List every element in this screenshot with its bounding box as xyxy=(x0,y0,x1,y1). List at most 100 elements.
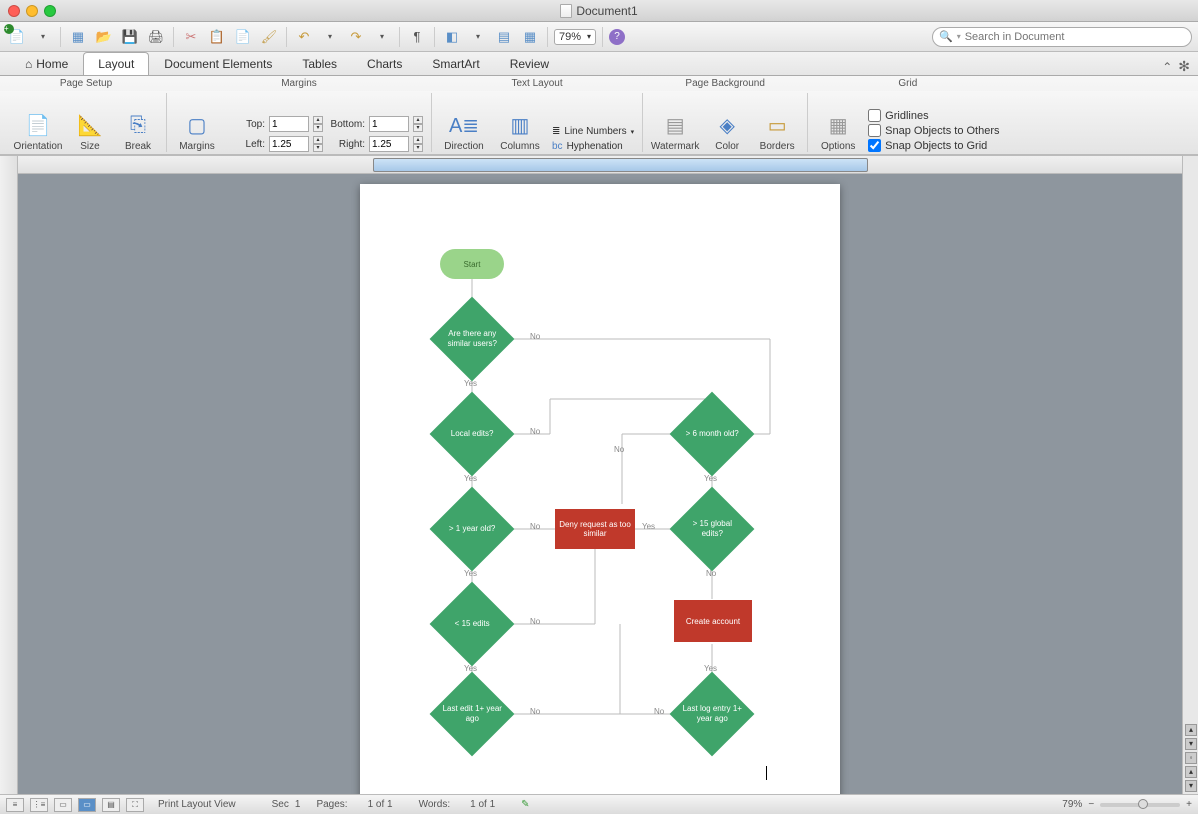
break-button[interactable]: ⎘Break xyxy=(118,111,158,152)
watermark-button[interactable]: ▤Watermark xyxy=(651,111,699,152)
orientation-button[interactable]: 📄Orientation xyxy=(14,111,62,152)
flow-six-month[interactable]: > 6 month old? xyxy=(682,404,742,464)
grid-options-button[interactable]: ▦Options xyxy=(816,111,860,152)
zoom-out-button[interactable]: − xyxy=(1088,799,1094,810)
view-publishing-button[interactable]: ▭ xyxy=(54,798,72,812)
horizontal-ruler[interactable] xyxy=(18,156,1182,174)
orientation-icon: 📄 xyxy=(22,111,54,139)
margin-right-input[interactable] xyxy=(369,136,409,152)
show-marks-button[interactable]: ¶ xyxy=(406,26,428,48)
sidebar-button[interactable]: ◧ xyxy=(441,26,463,48)
flow-similar-users[interactable]: Are there any similar users? xyxy=(442,309,502,369)
line-numbers-button[interactable]: ≣Line Numbers ▾ xyxy=(552,126,634,137)
view-notebook-button[interactable]: ▤ xyxy=(102,798,120,812)
margin-left-input[interactable] xyxy=(269,136,309,152)
scroll-up-button[interactable]: ▴ xyxy=(1185,724,1197,736)
help-button[interactable]: ? xyxy=(609,29,625,45)
gridlines-checkbox[interactable]: Gridlines xyxy=(868,109,999,122)
size-button[interactable]: 📐Size xyxy=(70,111,110,152)
margins-button[interactable]: ▢Margins xyxy=(175,111,219,152)
gallery-button[interactable]: ▦ xyxy=(519,26,541,48)
print-button[interactable]: 🖨 xyxy=(145,26,167,48)
redo-button[interactable]: ↷ xyxy=(345,26,367,48)
tab-home[interactable]: ⌂Home xyxy=(10,52,83,75)
spellcheck-icon[interactable]: ✎ xyxy=(521,799,529,810)
label-no: No xyxy=(654,707,664,716)
scroll-down-button[interactable]: ▾ xyxy=(1185,738,1197,750)
flow-last-edit[interactable]: Last edit 1+ year ago xyxy=(442,684,502,744)
tab-smartart[interactable]: SmartArt xyxy=(417,52,494,75)
new-dropdown[interactable]: ▾ xyxy=(32,26,54,48)
vertical-ruler[interactable] xyxy=(0,156,18,794)
flow-lt15[interactable]: < 15 edits xyxy=(442,594,502,654)
margin-bottom-spinner[interactable]: ▴▾ xyxy=(413,116,423,132)
document-canvas[interactable]: Start Are there any similar users? No Ye… xyxy=(18,174,1182,794)
browse-object-button[interactable]: ◦ xyxy=(1185,752,1197,764)
flow-one-year[interactable]: > 1 year old? xyxy=(442,499,502,559)
sidebar-dropdown[interactable]: ▾ xyxy=(467,26,489,48)
search-input[interactable] xyxy=(965,31,1185,43)
zoom-combo[interactable]: 79%▾ xyxy=(554,29,596,45)
snap-grid-checkbox[interactable]: Snap Objects to Grid xyxy=(868,139,999,152)
label-no: No xyxy=(530,522,540,531)
undo-dropdown[interactable]: ▾ xyxy=(319,26,341,48)
ribbon-settings-button[interactable]: ✻ xyxy=(1178,58,1190,75)
new-doc-button[interactable]: 📄+ xyxy=(6,26,28,48)
search-dropdown-icon[interactable]: ▾ xyxy=(957,32,961,41)
toolbox-button[interactable]: ▤ xyxy=(493,26,515,48)
snap-others-checkbox[interactable]: Snap Objects to Others xyxy=(868,124,999,137)
label-no: No xyxy=(530,707,540,716)
label-no: No xyxy=(530,427,540,436)
view-fullscreen-button[interactable]: ⛶ xyxy=(126,798,144,812)
margin-right-label: Right: xyxy=(327,139,365,150)
next-page-button[interactable]: ▾ xyxy=(1185,780,1197,792)
columns-icon: ▥ xyxy=(504,111,536,139)
flow-global-edits[interactable]: > 15 global edits? xyxy=(682,499,742,559)
flow-last-log[interactable]: Last log entry 1+ year ago xyxy=(682,684,742,744)
borders-icon: ▭ xyxy=(761,111,793,139)
tab-layout[interactable]: Layout xyxy=(83,52,149,75)
paste-button[interactable]: 📄 xyxy=(232,26,254,48)
vertical-scrollbar[interactable]: ▴ ▾ ◦ ▴ ▾ xyxy=(1182,156,1198,794)
columns-button[interactable]: ▥Columns xyxy=(496,111,544,152)
redo-dropdown[interactable]: ▾ xyxy=(371,26,393,48)
tab-charts[interactable]: Charts xyxy=(352,52,417,75)
direction-button[interactable]: A≣Direction xyxy=(440,111,488,152)
tab-document-elements[interactable]: Document Elements xyxy=(149,52,287,75)
flow-deny[interactable]: Deny request as too similar xyxy=(555,509,635,549)
label-yes: Yes xyxy=(464,474,477,483)
hyphenation-button[interactable]: bcHyphenation xyxy=(552,141,634,152)
flow-create-account[interactable]: Create account xyxy=(674,600,752,642)
cut-button[interactable]: ✂ xyxy=(180,26,202,48)
save-button[interactable]: 💾 xyxy=(119,26,141,48)
workspace: Start Are there any similar users? No Ye… xyxy=(0,156,1198,794)
view-print-layout-button[interactable]: ▭ xyxy=(78,798,96,812)
text-cursor xyxy=(766,766,767,780)
margin-top-spinner[interactable]: ▴▾ xyxy=(313,116,323,132)
format-painter-button[interactable]: 🖌 xyxy=(258,26,280,48)
margin-left-spinner[interactable]: ▴▾ xyxy=(313,136,323,152)
view-outline-button[interactable]: ⋮≡ xyxy=(30,798,48,812)
page-color-button[interactable]: ◈Color xyxy=(707,111,747,152)
search-field[interactable]: 🔍 ▾ xyxy=(932,27,1192,47)
margin-right-spinner[interactable]: ▴▾ xyxy=(413,136,423,152)
tab-review[interactable]: Review xyxy=(495,52,564,75)
margin-bottom-label: Bottom: xyxy=(327,119,365,130)
templates-button[interactable]: ▦ xyxy=(67,26,89,48)
document-page[interactable]: Start Are there any similar users? No Ye… xyxy=(360,184,840,794)
margin-bottom-input[interactable] xyxy=(369,116,409,132)
collapse-ribbon-button[interactable]: ⌃ xyxy=(1162,60,1172,74)
zoom-slider[interactable] xyxy=(1100,803,1180,807)
flow-start[interactable]: Start xyxy=(440,249,504,279)
open-button[interactable]: 📂 xyxy=(93,26,115,48)
copy-button[interactable]: 📋 xyxy=(206,26,228,48)
zoom-in-button[interactable]: + xyxy=(1186,799,1192,810)
undo-button[interactable]: ↶ xyxy=(293,26,315,48)
view-draft-button[interactable]: ≡ xyxy=(6,798,24,812)
borders-button[interactable]: ▭Borders xyxy=(755,111,799,152)
margin-top-input[interactable] xyxy=(269,116,309,132)
prev-page-button[interactable]: ▴ xyxy=(1185,766,1197,778)
tab-tables[interactable]: Tables xyxy=(287,52,352,75)
flow-local-edits[interactable]: Local edits? xyxy=(442,404,502,464)
group-grid-title: Grid xyxy=(808,78,1007,89)
